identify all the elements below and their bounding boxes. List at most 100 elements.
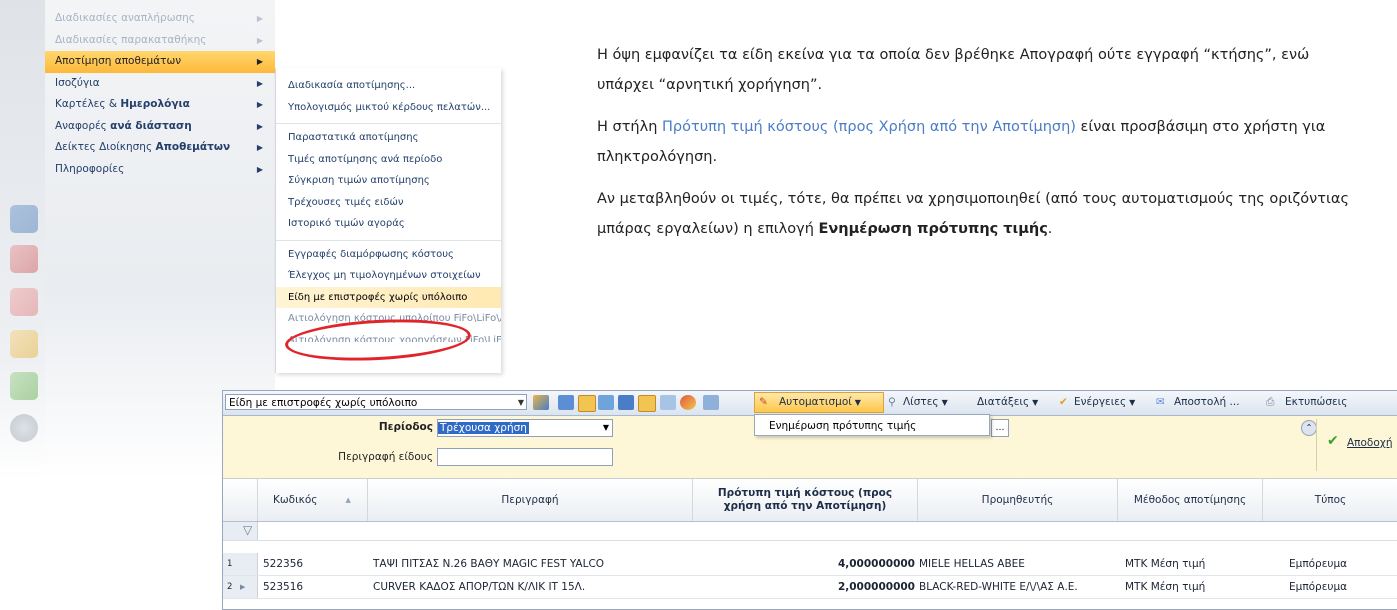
period-label: Περίοδος: [378, 421, 433, 433]
menu-item-label: Ισοζύγια: [55, 76, 100, 89]
menu-item-reports-dimension[interactable]: Αναφορές ανά διάσταση ▶: [45, 116, 275, 138]
column-header-description[interactable]: Περιγραφή: [368, 479, 693, 521]
folder-icon[interactable]: [10, 205, 38, 233]
menu-item-label-bold: ανά διάσταση: [110, 119, 192, 132]
accept-button[interactable]: ✔ Αποδοχή: [1316, 419, 1397, 471]
automations-dropdown: Ενημέρωση πρότυπης τιμής: [754, 414, 990, 436]
dropdown-item-update-standard-price[interactable]: Ενημέρωση πρότυπης τιμής: [769, 420, 916, 432]
cell-standard-price[interactable]: 4,000000000: [693, 553, 915, 575]
paragraph-2: Η στήλη Πρότυπη τιμή κόστους (προς Χρήση…: [597, 112, 1357, 172]
collapse-icon[interactable]: ⌃: [1301, 420, 1317, 436]
menu-item-label: Πληροφορίες: [55, 162, 125, 175]
description-label: Περιγραφή είδους: [338, 451, 433, 463]
cell-code: 522356: [263, 558, 304, 570]
lists-text: Λίστες: [903, 396, 939, 408]
send-button[interactable]: Αποστολή ...: [1174, 396, 1240, 408]
grid-filter-row[interactable]: ▽: [223, 522, 1397, 541]
submenu-item[interactable]: Παραστατικά αποτίμησης: [276, 123, 501, 149]
paragraph-3: Αν μεταβληθούν οι τιμές, τότε, θα πρέπει…: [597, 184, 1357, 244]
row-pointer-icon: ▶: [240, 583, 246, 591]
menu-item-cards-journals[interactable]: Καρτέλες & Ημερολόγια ▶: [45, 94, 275, 116]
grid-sum-icon[interactable]: [598, 395, 614, 410]
description-input[interactable]: [437, 448, 613, 466]
chart-icon[interactable]: [680, 395, 696, 410]
column-name-link: Πρότυπη τιμή κόστους (προς Χρήση από την…: [662, 119, 1076, 135]
actions-icon: ✔: [1059, 396, 1068, 408]
column-header-label: Κωδικός: [273, 494, 318, 506]
grid-print-icon[interactable]: [638, 395, 656, 412]
paragraph-1: Η όψη εμφανίζει τα είδη εκείνα για τα οπ…: [597, 47, 1310, 93]
preview-icon[interactable]: [660, 395, 676, 410]
chevron-down-icon: ▼: [941, 398, 948, 407]
filter-row-indicator: [223, 522, 258, 540]
pencil-icon[interactable]: [10, 288, 38, 316]
submenu-item[interactable]: Εγγραφές διαμόρφωσης κόστους: [276, 239, 501, 266]
menu-item-label: Αποτίμηση αποθεμάτων: [55, 55, 182, 67]
power-icon[interactable]: [10, 414, 38, 442]
row-number: 1: [227, 559, 233, 569]
coins-icon[interactable]: [10, 330, 38, 358]
submenu-item[interactable]: Έλεγχος μη τιμολογημένων στοιχείων: [276, 265, 501, 287]
submenu-item[interactable]: Ιστορικό τιμών αγοράς: [276, 213, 501, 235]
emphasis-text: Ενημέρωση πρότυπης τιμής: [818, 221, 1048, 237]
grid-window: Είδη με επιστροφές χωρίς υπόλοιπο ▼ ✎ Αυτ…: [222, 390, 1397, 610]
submenu-item[interactable]: Τρέχουσες τιμές ειδών: [276, 192, 501, 214]
chevron-right-icon: ▶: [256, 14, 263, 23]
actions-text: Ενέργειες: [1074, 396, 1127, 408]
automations-label: Αυτοματισμοί ▼: [779, 396, 861, 408]
period-select[interactable]: Τρέχουσα χρήση ▼: [437, 419, 613, 437]
funnel-icon[interactable]: ▽: [243, 523, 252, 537]
submenu-item[interactable]: Τιμές αποτίμησης ανά περίοδο: [276, 149, 501, 171]
submenu-item-returns-no-balance[interactable]: Είδη με επιστροφές χωρίς υπόλοιπο: [276, 286, 501, 308]
view-selector[interactable]: Είδη με επιστροφές χωρίς υπόλοιπο ▼: [225, 394, 527, 410]
tools-icon[interactable]: [533, 395, 549, 410]
chevron-right-icon: ▶: [256, 164, 263, 174]
printer-icon: ⎙: [1266, 396, 1275, 408]
submenu-item[interactable]: Διαδικασία αποτίμησης...: [276, 75, 501, 97]
grid-group-icon[interactable]: [618, 395, 634, 410]
check-icon: ✔: [1327, 433, 1339, 449]
lookup-button[interactable]: …: [991, 419, 1009, 437]
cell-type: Εμπόρευμα: [1289, 581, 1348, 593]
menu-item-inventory-valuation[interactable]: Αποτίμηση αποθεμάτων ▶: [45, 51, 275, 73]
grid-filter-icon[interactable]: [578, 395, 596, 412]
cell-supplier: MIELE HELLAS ABEE: [919, 558, 1025, 570]
primary-menu: Διαδικασίες αναπλήρωσης ▶ Διαδικασίες παρ…: [45, 8, 275, 180]
grid-header: Κωδικός ▲ Περιγραφή Πρότυπη τιμή κόστους …: [223, 479, 1397, 522]
menu-item-balances[interactable]: Ισοζύγια ▶: [45, 73, 275, 95]
column-header-method[interactable]: Μέθοδος αποτίμησης: [1118, 479, 1263, 521]
calculator-icon[interactable]: [703, 395, 719, 410]
grid-icon[interactable]: [558, 395, 574, 410]
menu-item-info[interactable]: Πληροφορίες ▶: [45, 159, 275, 181]
view-selector-value: Είδη με επιστροφές χωρίς υπόλοιπο: [229, 397, 418, 409]
chevron-down-icon: ▼: [517, 398, 524, 407]
chevron-right-icon: ▶: [256, 57, 263, 66]
prints-menu[interactable]: Εκτυπώσεις: [1285, 396, 1347, 408]
submenu-item[interactable]: Υπολογισμός μικτού κέρδους πελατών...: [276, 97, 501, 119]
period-value: Τρέχουσα χρήση: [438, 422, 529, 434]
chart-icon[interactable]: [10, 372, 38, 400]
menu-item-kpi[interactable]: Δείκτες Διοίκησης Αποθεμάτων ▶: [45, 137, 275, 159]
cell-standard-price[interactable]: 2,000000000: [693, 576, 915, 598]
table-row[interactable]: 1 522356 ΤΑΨΙ ΠΙΤΣΑΣ N.26 ΒΑΘΥ MAGIC FES…: [223, 553, 1397, 576]
column-header-standard-price[interactable]: Πρότυπη τιμή κόστους (προς χρήση από την…: [693, 479, 918, 521]
menu-item-label: Διαδικασίες παρακαταθήκης: [55, 33, 207, 46]
table-row[interactable]: 2 ▶ 523516 CURVER ΚΑΔΟΣ ΑΠΟΡ/ΤΩΝ Κ/ΛΙΚ I…: [223, 576, 1397, 599]
box-icon[interactable]: [10, 245, 38, 273]
chevron-right-icon: ▶: [256, 143, 263, 152]
column-header-type[interactable]: Τύπος: [1263, 479, 1397, 521]
column-header-code[interactable]: Κωδικός ▲: [258, 479, 368, 521]
menu-item-label: Αναφορές: [55, 119, 111, 132]
column-header-supplier[interactable]: Προμηθευτής: [918, 479, 1118, 521]
lists-menu[interactable]: Λίστες ▼: [903, 396, 948, 408]
chevron-down-icon: ▼: [1129, 398, 1136, 407]
cell-method: ΜΤΚ Μέση τιμή: [1125, 581, 1206, 593]
submenu-item[interactable]: Σύγκριση τιμών αποτίμησης: [276, 170, 501, 192]
arrangements-menu[interactable]: Διατάξεις ▼: [977, 396, 1038, 408]
chevron-down-icon: ▼: [1032, 398, 1039, 407]
menu-item-replenishment[interactable]: Διαδικασίες αναπλήρωσης ▶: [45, 8, 275, 30]
actions-menu[interactable]: Ενέργειες ▼: [1074, 396, 1135, 408]
filter-icon: ⚲: [888, 396, 896, 408]
menu-item-label: Διαδικασίες αναπλήρωσης: [55, 12, 195, 24]
menu-item-consignment[interactable]: Διαδικασίες παρακαταθήκης ▶: [45, 30, 275, 52]
